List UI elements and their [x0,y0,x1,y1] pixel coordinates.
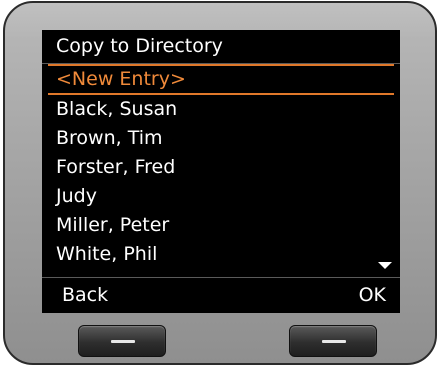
phone-device: Copy to Directory <New Entry> Black, Sus… [3,1,437,365]
list-item-judy[interactable]: Judy [42,182,400,211]
list-item-miller-peter[interactable]: Miller, Peter [42,211,400,240]
softkey-ok-label[interactable]: OK [359,278,386,312]
softkey-back-label[interactable]: Back [62,278,108,312]
triangle-down-icon [378,262,392,269]
softkey-bar: Back OK [42,277,400,313]
left-softkey-button[interactable] [78,325,166,357]
screen-title: Copy to Directory [42,30,400,64]
display-screen: Copy to Directory <New Entry> Black, Sus… [42,30,400,313]
list-item-white-phil[interactable]: White, Phil [42,240,400,269]
minus-icon [111,340,135,343]
directory-list: <New Entry> Black, Susan Brown, Tim Fors… [42,64,400,267]
list-item-brown-tim[interactable]: Brown, Tim [42,124,400,153]
list-item-forster-fred[interactable]: Forster, Fred [42,153,400,182]
minus-icon [322,340,346,343]
right-softkey-button[interactable] [289,325,377,357]
list-item-black-susan[interactable]: Black, Susan [42,95,400,124]
list-item-new-entry[interactable]: <New Entry> [42,65,400,94]
